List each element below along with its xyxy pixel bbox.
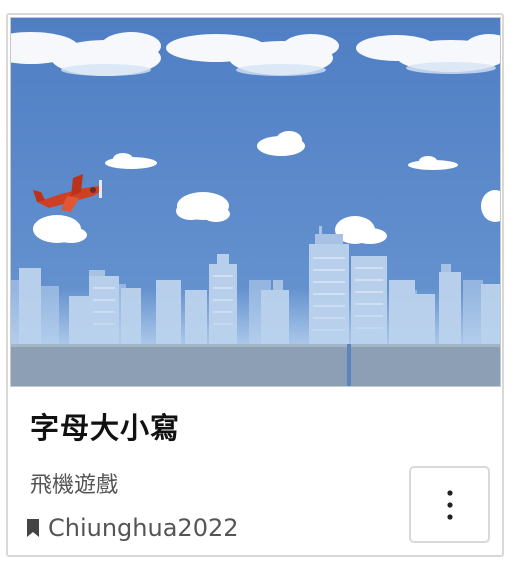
card-title[interactable]: 字母大小寫 <box>30 405 180 447</box>
top-strip <box>0 0 516 8</box>
more-options-button[interactable] <box>409 466 490 543</box>
card-subtitle: 飛機遊戲 <box>30 473 119 498</box>
author-row[interactable]: Chiunghua2022 <box>26 513 239 543</box>
game-thumbnail[interactable] <box>10 17 501 387</box>
thumbnail-illustration <box>11 18 500 386</box>
author-name[interactable]: Chiunghua2022 <box>48 514 239 542</box>
activity-card[interactable]: 字母大小寫 飛機遊戲 Chiunghua2022 <box>6 13 504 557</box>
bookmark-icon <box>27 519 39 537</box>
more-vertical-icon <box>446 489 453 520</box>
